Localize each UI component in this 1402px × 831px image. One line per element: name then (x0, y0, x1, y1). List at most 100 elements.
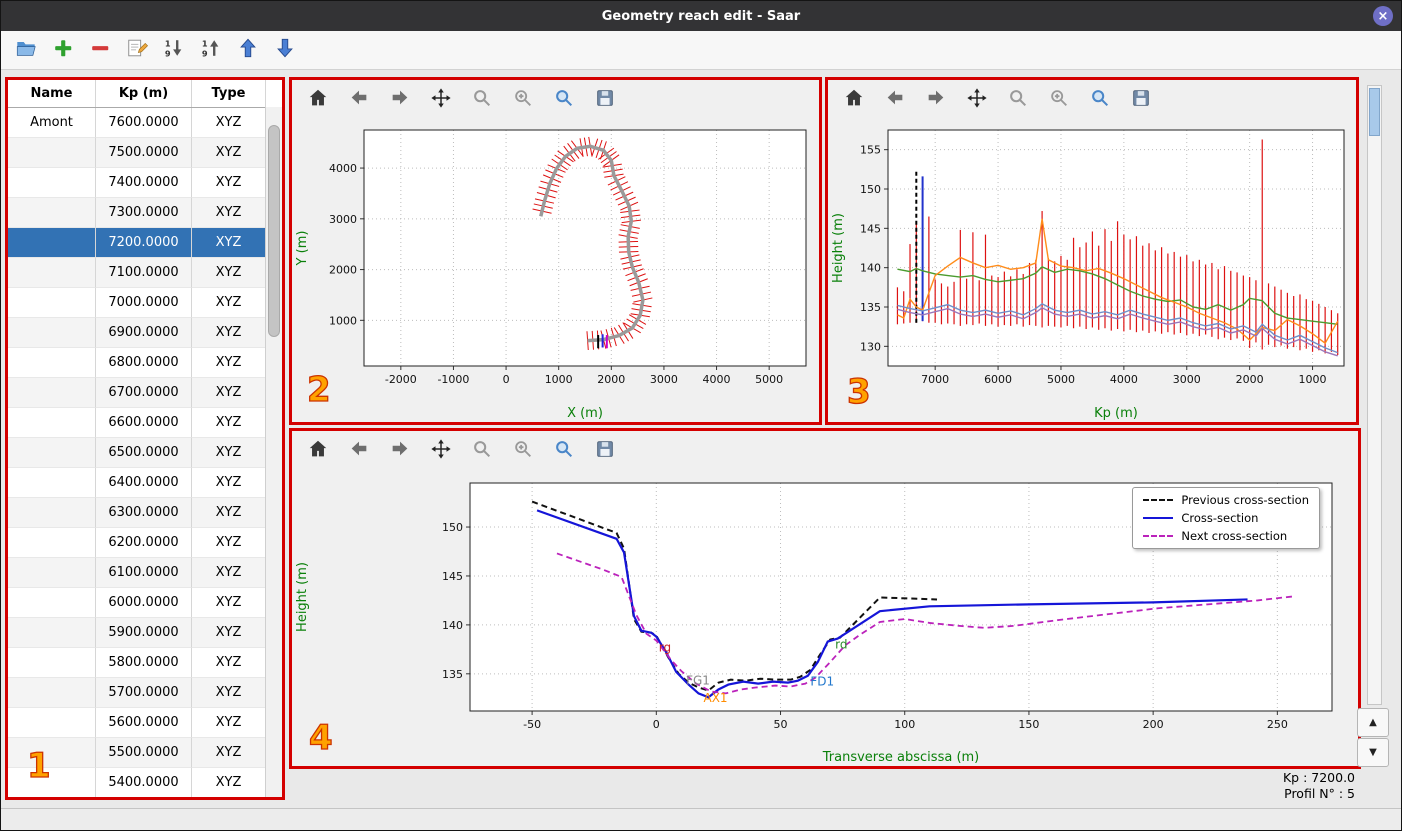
zoom-select-button[interactable] (511, 88, 535, 112)
plan-plot[interactable]: -2000 -1000 0 1000 2000 3000 4000 5000 1000 2000 3… (292, 120, 819, 422)
svg-text:Height (m): Height (m) (831, 213, 846, 283)
svg-text:0: 0 (503, 373, 510, 386)
sort-ascending-button[interactable]: 19 (198, 37, 224, 63)
table-row[interactable]: 6200.0000 XYZ (8, 528, 282, 558)
move-up-button[interactable] (235, 37, 261, 63)
sort-descending-button[interactable]: 19 (161, 37, 187, 63)
zoom-button[interactable] (470, 88, 494, 112)
zoom-select-icon (1048, 87, 1070, 113)
table-row[interactable]: 6400.0000 XYZ (8, 468, 282, 498)
save-button[interactable] (593, 439, 617, 463)
zoom-settings-button[interactable] (552, 439, 576, 463)
pan-button[interactable] (965, 88, 989, 112)
save-button[interactable] (593, 88, 617, 112)
add-button[interactable] (50, 37, 76, 63)
close-button[interactable]: × (1373, 6, 1393, 26)
table-row[interactable]: 6900.0000 XYZ (8, 318, 282, 348)
zoom-button[interactable] (470, 439, 494, 463)
save-icon (594, 87, 616, 113)
table-row[interactable]: 6300.0000 XYZ (8, 498, 282, 528)
save-button[interactable] (1129, 88, 1153, 112)
zoom-button[interactable] (1006, 88, 1030, 112)
table-row[interactable]: 5700.0000 XYZ (8, 678, 282, 708)
table-row[interactable]: 6700.0000 XYZ (8, 378, 282, 408)
edit-icon (126, 37, 148, 63)
svg-text:5000: 5000 (1047, 373, 1075, 386)
svg-text:9: 9 (202, 48, 208, 58)
home-button[interactable] (842, 88, 866, 112)
svg-text:140: 140 (860, 262, 881, 275)
table-row[interactable]: 7400.0000 XYZ (8, 168, 282, 198)
vertical-scrollbar-thumb[interactable] (1369, 88, 1380, 136)
svg-text:150: 150 (442, 521, 463, 534)
forward-button[interactable] (924, 88, 948, 112)
open-button[interactable] (13, 37, 39, 63)
zoom-select-icon (512, 438, 534, 464)
table-scrollbar[interactable] (265, 107, 282, 797)
forward-button[interactable] (388, 439, 412, 463)
table-row[interactable]: 7500.0000 XYZ (8, 138, 282, 168)
longitudinal-plot[interactable]: 7000 6000 5000 4000 3000 2000 1000 130 135 140 145… (828, 120, 1356, 422)
table-row[interactable]: 6100.0000 XYZ (8, 558, 282, 588)
legend-item-next: Next cross-section (1143, 529, 1309, 543)
legend-item-previous: Previous cross-section (1143, 493, 1309, 507)
legend-item-current: Cross-section (1143, 511, 1309, 525)
back-icon (348, 87, 370, 113)
table-row[interactable]: 5600.0000 XYZ (8, 708, 282, 738)
svg-text:Y (m): Y (m) (295, 231, 310, 267)
vertical-scrollbar[interactable] (1367, 85, 1382, 705)
legend-line-next (1143, 535, 1174, 537)
svg-text:4000: 4000 (703, 373, 731, 386)
svg-text:2000: 2000 (1236, 373, 1264, 386)
table-row[interactable]: 5800.0000 XYZ (8, 648, 282, 678)
table-row[interactable]: 7300.0000 XYZ (8, 198, 282, 228)
back-icon (884, 87, 906, 113)
home-button[interactable] (306, 88, 330, 112)
svg-text:1000: 1000 (1299, 373, 1327, 386)
forward-button[interactable] (388, 88, 412, 112)
back-button[interactable] (883, 88, 907, 112)
profile-down-button[interactable]: ▼ (1357, 738, 1389, 767)
svg-text:155: 155 (860, 144, 881, 157)
zoom-select-button[interactable] (511, 439, 535, 463)
move-down-icon (274, 37, 296, 63)
col-type: Type (192, 80, 266, 107)
svg-text:50: 50 (774, 718, 788, 731)
table-row[interactable]: Amont 7600.0000 XYZ (8, 108, 282, 138)
pan-button[interactable] (429, 439, 453, 463)
table-row[interactable]: 6800.0000 XYZ (8, 348, 282, 378)
table-row[interactable]: 6000.0000 XYZ (8, 588, 282, 618)
move-down-button[interactable] (272, 37, 298, 63)
svg-text:rd: rd (835, 637, 847, 651)
svg-text:AX1: AX1 (704, 691, 728, 705)
svg-text:7000: 7000 (921, 373, 949, 386)
home-button[interactable] (306, 439, 330, 463)
zoom-select-button[interactable] (1047, 88, 1071, 112)
svg-text:1: 1 (202, 39, 208, 49)
svg-text:0: 0 (653, 718, 660, 731)
home-icon (307, 87, 329, 113)
remove-button[interactable] (87, 37, 113, 63)
legend-label-next: Next cross-section (1181, 529, 1288, 543)
back-button[interactable] (347, 439, 371, 463)
zoom-settings-button[interactable] (552, 88, 576, 112)
table-row[interactable]: 7200.0000 XYZ (8, 228, 282, 258)
kp-value: Kp : 7200.0 (1282, 770, 1355, 785)
profile-up-button[interactable]: ▲ (1357, 708, 1389, 737)
edit-button[interactable] (124, 37, 150, 63)
table-row[interactable]: 7100.0000 XYZ (8, 258, 282, 288)
svg-text:9: 9 (165, 48, 171, 58)
zoom-settings-button[interactable] (1088, 88, 1112, 112)
zoom-icon (471, 438, 493, 464)
table-scrollbar-thumb[interactable] (268, 125, 280, 337)
back-button[interactable] (347, 88, 371, 112)
cross-section-plot[interactable]: -50 0 50 100 150 200 250 135 140 145 150 rg rd FG1 AX1… (292, 471, 1358, 766)
table-row[interactable]: 6600.0000 XYZ (8, 408, 282, 438)
table-row[interactable]: 5900.0000 XYZ (8, 618, 282, 648)
pan-button[interactable] (429, 88, 453, 112)
table-row[interactable]: 7000.0000 XYZ (8, 288, 282, 318)
annotation-number-3: 3 (846, 372, 871, 412)
home-icon (307, 438, 329, 464)
table-row[interactable]: 6500.0000 XYZ (8, 438, 282, 468)
svg-text:3000: 3000 (329, 213, 357, 226)
